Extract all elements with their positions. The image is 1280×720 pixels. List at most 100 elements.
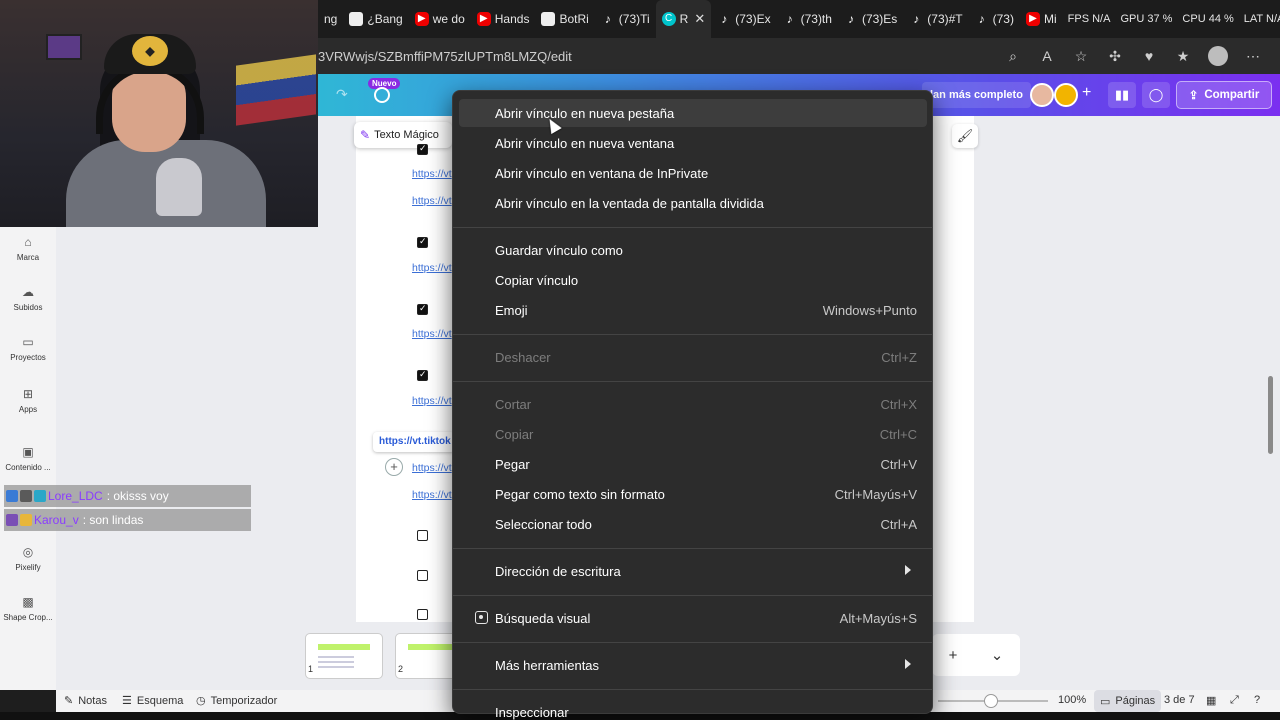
menu-item-shortcut: Ctrl+C — [879, 427, 917, 442]
tab-label: ng — [324, 12, 338, 26]
add-page-icon[interactable]: + — [949, 647, 958, 664]
context-menu-item[interactable]: Abrir vínculo en nueva ventana — [459, 129, 927, 157]
sidebar-item[interactable]: ⌂ Marca — [0, 235, 56, 262]
upgrade-plan-button[interactable]: lan más completo — [922, 82, 1031, 108]
context-menu-item[interactable]: Más herramientas — [459, 651, 927, 679]
context-menu-item[interactable]: Búsqueda visual Alt+Mayús+S — [459, 604, 927, 632]
comment-icon[interactable]: ◯ — [1142, 82, 1170, 108]
chat-badge-icon — [6, 514, 18, 526]
vertical-scrollbar[interactable] — [1268, 376, 1273, 454]
profile-avatar-icon[interactable] — [1208, 46, 1228, 66]
more-options-icon[interactable]: ⋯ — [1244, 48, 1262, 65]
grid-view-icon[interactable]: ▦ — [1206, 694, 1216, 707]
context-menu-item[interactable]: Inspeccionar — [459, 698, 927, 720]
brand-icon: ⌂ — [24, 235, 32, 249]
sidebar-item[interactable]: ◎ Pixelify — [0, 545, 56, 572]
browser-tab[interactable]: ♪ (73)Ex — [711, 0, 776, 38]
task-checkbox[interactable] — [417, 609, 428, 620]
favorite-star-icon[interactable]: ☆ — [1072, 48, 1090, 65]
user-avatar[interactable] — [1054, 83, 1078, 107]
browser-tab[interactable]: ♪ (73)Es — [838, 0, 903, 38]
task-checkbox[interactable] — [417, 369, 428, 381]
extensions-icon[interactable]: ✣ — [1106, 48, 1124, 65]
read-aloud-icon[interactable]: A — [1038, 48, 1056, 64]
task-checkbox[interactable] — [417, 530, 428, 541]
browser-tab[interactable]: ♪ (73)#T — [903, 0, 968, 38]
youtube-icon: ▶ — [476, 12, 491, 26]
help-icon[interactable]: ? — [1254, 694, 1260, 706]
browser-tab[interactable]: ▶ we do — [409, 0, 471, 38]
browser-tab[interactable]: ▶ Hands — [471, 0, 536, 38]
browser-tab[interactable]: ♪ (73)th — [777, 0, 838, 38]
doc-link[interactable]: https://vt — [412, 489, 452, 501]
browser-tab[interactable]: ♪ (73) — [969, 0, 1020, 38]
add-page-controls: + ⌄ — [932, 634, 1020, 676]
browser-tab[interactable]: ¿Bang — [343, 0, 408, 38]
notes-button[interactable]: ✎ Notas — [64, 694, 107, 708]
link-preview-pill[interactable]: https://vt.tiktok — [373, 432, 455, 452]
browser-tab[interactable]: ▶ Mi — [1020, 0, 1063, 38]
outline-button[interactable]: ☰ Esquema — [122, 694, 183, 708]
insights-chart-icon[interactable]: ▮▮ — [1108, 82, 1136, 108]
url-field[interactable]: 3VRWwjs/SZBmffiPM75zlUPTm8LMZQ/edit — [318, 49, 1004, 64]
favorites-icon[interactable]: ★ — [1174, 48, 1192, 65]
doc-link[interactable]: https://vt — [412, 168, 452, 180]
zoom-value[interactable]: 100% — [1058, 694, 1086, 706]
share-button[interactable]: ⇪ Compartir — [1176, 81, 1272, 109]
browser-tab[interactable]: ng — [318, 0, 343, 38]
sidebar-item[interactable]: ▭ Proyectos — [0, 335, 56, 362]
task-checkbox[interactable] — [417, 303, 428, 315]
add-collaborator-icon[interactable]: + — [1082, 84, 1091, 102]
browser-tab[interactable]: C R ✕ — [655, 0, 712, 38]
doc-link[interactable]: https://vt — [412, 462, 452, 474]
browser-tab[interactable]: ♪ (73)Ti — [595, 0, 656, 38]
context-menu-item[interactable]: Seleccionar todo Ctrl+A — [459, 510, 927, 538]
context-menu-item[interactable]: Abrir vínculo en la ventada de pantalla … — [459, 189, 927, 217]
doc-link[interactable]: https://vt — [412, 195, 452, 207]
doc-link[interactable]: https://vt — [412, 328, 452, 340]
sidebar-item[interactable]: ☁ Subidos — [0, 285, 56, 312]
zoom-slider-knob[interactable] — [984, 694, 998, 708]
magic-write-label: Texto Mágico — [374, 129, 439, 141]
copy-style-icon[interactable]: 🖌 — [952, 124, 978, 148]
context-menu-item[interactable]: Pegar como texto sin formato Ctrl+Mayús+V — [459, 480, 927, 508]
context-menu-item[interactable]: Guardar vínculo como — [459, 236, 927, 264]
chat-username: Lore_LDC — [48, 489, 103, 503]
tab-label: BotRi — [559, 12, 589, 26]
performance-stat: FPS N/A — [1067, 13, 1111, 25]
fullscreen-icon[interactable]: ⤢ — [1230, 694, 1239, 707]
menu-item-label: Deshacer — [495, 350, 551, 365]
task-checkbox[interactable] — [417, 570, 428, 581]
pages-button[interactable]: ▭ Páginas — [1094, 690, 1162, 712]
add-element-icon[interactable]: + — [385, 458, 403, 476]
context-menu-item[interactable]: Abrir vínculo en ventana de InPrivate — [459, 159, 927, 187]
doc-link[interactable]: https://vt — [412, 395, 452, 407]
save-status-icon[interactable] — [374, 87, 390, 103]
context-menu-item[interactable]: Copiar vínculo — [459, 266, 927, 294]
zoom-icon[interactable]: ⌕ — [1004, 48, 1022, 65]
context-menu-item[interactable]: Abrir vínculo en nueva pestaña — [459, 99, 927, 127]
menu-item-shortcut: Ctrl+Mayús+V — [834, 487, 917, 502]
task-checkbox[interactable] — [417, 143, 428, 155]
context-menu-item[interactable]: Pegar Ctrl+V — [459, 450, 927, 478]
sidebar-item[interactable]: ▩ Shape Crop... — [0, 595, 56, 622]
chevron-down-icon[interactable]: ⌄ — [991, 646, 1004, 664]
sidebar-item[interactable]: ▣ Contenido ... — [0, 445, 56, 472]
tab-label: (73)Ex — [735, 12, 771, 26]
tiktok-icon: ♪ — [721, 12, 728, 26]
collaborator-avatar[interactable] — [1030, 83, 1054, 107]
timer-button[interactable]: ◷ Temporizador — [196, 694, 277, 708]
redo-icon[interactable]: ↷ — [336, 86, 348, 103]
doc-link[interactable]: https://vt — [412, 262, 452, 274]
browser-essentials-icon[interactable]: ♥ — [1140, 48, 1158, 64]
page-thumbnail[interactable] — [306, 634, 382, 678]
close-tab-icon[interactable]: ✕ — [694, 11, 705, 27]
context-menu-item[interactable]: Dirección de escritura — [459, 557, 927, 585]
task-checkbox[interactable] — [417, 236, 428, 248]
browser-tab[interactable]: BotRi — [535, 0, 594, 38]
sidebar-item[interactable]: ⊞ Apps — [0, 387, 56, 414]
magic-write-button[interactable]: ✎ Texto Mágico — [354, 122, 452, 148]
context-menu-item[interactable]: Emoji Windows+Punto — [459, 296, 927, 324]
sidebar-item-label: Shape Crop... — [3, 613, 53, 622]
tab-label: R — [679, 12, 689, 26]
